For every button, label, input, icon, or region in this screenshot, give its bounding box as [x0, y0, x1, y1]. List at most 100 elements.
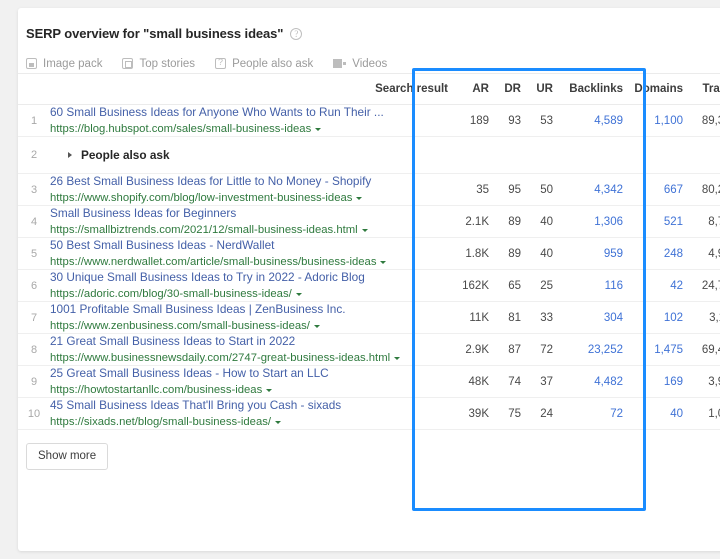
metric-ar: 189	[448, 105, 489, 137]
result-url[interactable]: https://sixads.net/blog/small-business-i…	[50, 415, 271, 429]
column-header-domains[interactable]: Domains	[623, 74, 683, 105]
show-more-button[interactable]: Show more	[26, 443, 108, 470]
metric-ur: 33	[521, 302, 553, 334]
serp-feature-people-also-ask[interactable]: People also ask	[215, 58, 313, 70]
result-url[interactable]: https://smallbiztrends.com/2021/12/small…	[50, 223, 358, 237]
chevron-down-icon[interactable]	[296, 293, 302, 296]
row-index: 4	[18, 206, 50, 238]
table-row: 550 Best Small Business Ideas - NerdWall…	[18, 238, 720, 270]
metric-traffic: 89,345	[683, 105, 720, 137]
result-url-line: https://www.shopify.com/blog/low-investm…	[50, 191, 448, 205]
footer: Show more	[18, 430, 720, 470]
metric-backlinks[interactable]: 959	[553, 238, 623, 270]
result-title-link[interactable]: 25 Great Small Business Ideas - How to S…	[50, 366, 448, 381]
column-header-dr[interactable]: DR	[489, 74, 521, 105]
metric-domains[interactable]: 1,100	[623, 105, 683, 137]
result-url-line: https://www.zenbusiness.com/small-busine…	[50, 319, 448, 333]
row-index: 5	[18, 238, 50, 270]
metric-traffic: 3,904	[683, 366, 720, 398]
chevron-down-icon[interactable]	[266, 389, 272, 392]
expand-triangle-icon[interactable]	[68, 152, 72, 158]
column-header-index	[18, 74, 50, 105]
result-cell: 60 Small Business Ideas for Anyone Who W…	[50, 105, 448, 137]
people-also-ask-icon	[215, 58, 226, 69]
column-header-backlinks[interactable]: Backlinks	[553, 74, 623, 105]
metric-ur: 37	[521, 366, 553, 398]
metric-backlinks[interactable]: 72	[553, 398, 623, 430]
metric-ar: 35	[448, 174, 489, 206]
metric-backlinks[interactable]: 4,482	[553, 366, 623, 398]
metric-backlinks[interactable]	[553, 137, 623, 174]
metric-domains[interactable]: 521	[623, 206, 683, 238]
chevron-down-icon[interactable]	[394, 357, 400, 360]
table-row-serp-feature: 2People also ask	[18, 137, 720, 174]
serp-feature-row-toggle[interactable]: People also ask	[50, 137, 448, 173]
row-index: 9	[18, 366, 50, 398]
metric-domains[interactable]: 248	[623, 238, 683, 270]
metric-backlinks[interactable]: 1,306	[553, 206, 623, 238]
serp-feature-top-stories[interactable]: Top stories	[122, 58, 195, 70]
chevron-down-icon[interactable]	[356, 197, 362, 200]
result-title-link[interactable]: Small Business Ideas for Beginners	[50, 206, 448, 221]
result-cell: 25 Great Small Business Ideas - How to S…	[50, 366, 448, 398]
serp-results-table: Search result AR DR UR Backlinks Domains…	[18, 74, 720, 430]
metric-domains[interactable]: 1,475	[623, 334, 683, 366]
question-mark-icon[interactable]: ?	[290, 28, 302, 40]
result-cell: Small Business Ideas for Beginners https:…	[50, 206, 448, 238]
result-url-line: https://sixads.net/blog/small-business-i…	[50, 415, 448, 429]
row-index: 8	[18, 334, 50, 366]
result-cell: 1001 Profitable Small Business Ideas | Z…	[50, 302, 448, 334]
column-header-ur[interactable]: UR	[521, 74, 553, 105]
result-title-link[interactable]: 26 Best Small Business Ideas for Little …	[50, 174, 448, 189]
result-title-link[interactable]: 60 Small Business Ideas for Anyone Who W…	[50, 105, 448, 120]
metric-dr	[489, 137, 521, 174]
row-index: 2	[18, 137, 50, 174]
metric-domains[interactable]: 667	[623, 174, 683, 206]
metric-backlinks[interactable]: 23,252	[553, 334, 623, 366]
chevron-down-icon[interactable]	[315, 128, 321, 131]
result-title-link[interactable]: 21 Great Small Business Ideas to Start i…	[50, 334, 448, 349]
table-body: 160 Small Business Ideas for Anyone Who …	[18, 105, 720, 430]
metric-backlinks[interactable]: 304	[553, 302, 623, 334]
metric-domains[interactable]: 42	[623, 270, 683, 302]
metric-domains[interactable]: 102	[623, 302, 683, 334]
result-url[interactable]: https://www.businessnewsdaily.com/2747-g…	[50, 351, 390, 365]
metric-backlinks[interactable]: 116	[553, 270, 623, 302]
chevron-down-icon[interactable]	[380, 261, 386, 264]
column-header-traffic[interactable]: Traffic	[683, 74, 720, 105]
result-title-link[interactable]: 50 Best Small Business Ideas - NerdWalle…	[50, 238, 448, 253]
chevron-down-icon[interactable]	[362, 229, 368, 232]
serp-feature-image-pack[interactable]: Image pack	[26, 58, 102, 70]
result-url[interactable]: https://www.zenbusiness.com/small-busine…	[50, 319, 310, 333]
result-title-link[interactable]: 30 Unique Small Business Ideas to Try in…	[50, 270, 448, 285]
metric-backlinks[interactable]: 4,342	[553, 174, 623, 206]
chevron-down-icon[interactable]	[314, 325, 320, 328]
result-url[interactable]: https://www.nerdwallet.com/article/small…	[50, 255, 376, 269]
top-stories-icon	[122, 58, 133, 69]
metric-domains[interactable]: 169	[623, 366, 683, 398]
metric-backlinks[interactable]: 4,589	[553, 105, 623, 137]
chevron-down-icon[interactable]	[275, 421, 281, 424]
result-url[interactable]: https://blog.hubspot.com/sales/small-bus…	[50, 122, 311, 136]
result-url[interactable]: https://howtostartanllc.com/business-ide…	[50, 383, 262, 397]
column-header-ar[interactable]: AR	[448, 74, 489, 105]
metric-traffic: 69,459	[683, 334, 720, 366]
table-row: 925 Great Small Business Ideas - How to …	[18, 366, 720, 398]
result-url-line: https://howtostartanllc.com/business-ide…	[50, 383, 448, 397]
result-url[interactable]: https://adoric.com/blog/30-small-busines…	[50, 287, 292, 301]
metric-dr: 87	[489, 334, 521, 366]
serp-feature-videos[interactable]: Videos	[333, 58, 387, 70]
result-cell: 21 Great Small Business Ideas to Start i…	[50, 334, 448, 366]
metric-domains[interactable]: 40	[623, 398, 683, 430]
metric-ur: 24	[521, 398, 553, 430]
metric-domains[interactable]	[623, 137, 683, 174]
result-title-link[interactable]: 1001 Profitable Small Business Ideas | Z…	[50, 302, 448, 317]
metric-ur: 25	[521, 270, 553, 302]
result-url[interactable]: https://www.shopify.com/blog/low-investm…	[50, 191, 352, 205]
metric-ar: 2.1K	[448, 206, 489, 238]
metric-traffic: 24,701	[683, 270, 720, 302]
result-url-line: https://www.nerdwallet.com/article/small…	[50, 255, 448, 269]
result-title-link[interactable]: 45 Small Business Ideas That'll Bring yo…	[50, 398, 448, 413]
metric-dr: 75	[489, 398, 521, 430]
metric-dr: 95	[489, 174, 521, 206]
